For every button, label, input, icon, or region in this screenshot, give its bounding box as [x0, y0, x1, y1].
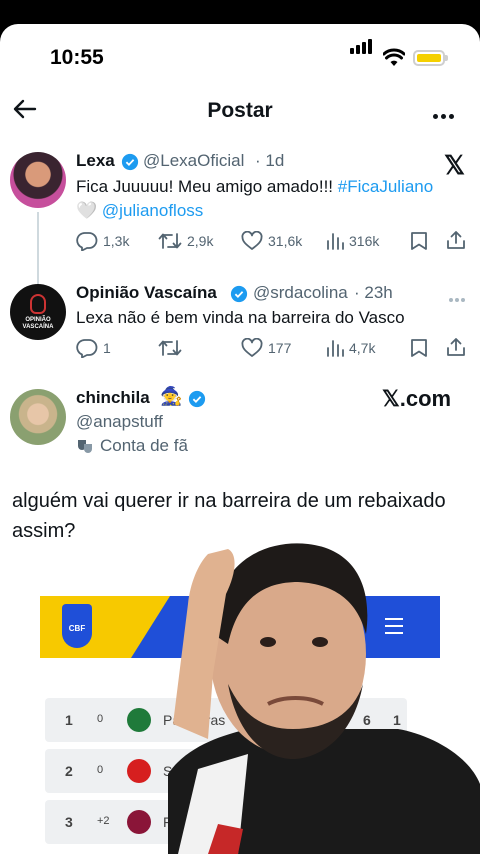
like-button[interactable]: 177 — [241, 337, 291, 359]
avatar[interactable] — [10, 389, 66, 445]
author-name[interactable]: chinchila — [76, 388, 150, 408]
team-crest-icon — [127, 810, 151, 834]
bookmark-icon[interactable] — [410, 338, 428, 358]
retweet-count: 2,9k — [187, 233, 214, 249]
tweet-text: Lexa não é bem vinda na barreira do Vasc… — [76, 308, 405, 327]
theater-masks-icon — [78, 440, 92, 453]
status-time: 10:55 — [50, 46, 104, 69]
cbf-logo: CBF — [62, 604, 92, 648]
header-yellow-band — [40, 596, 170, 658]
row-change: +2 — [97, 815, 110, 827]
views-count: 316k — [349, 233, 380, 249]
wizard-emoji: 🧙 — [160, 386, 183, 406]
hashtag-link[interactable]: #FicaJuliano — [338, 177, 433, 196]
views-button[interactable]: 4,7k — [326, 337, 375, 359]
verified-badge-icon — [188, 390, 206, 408]
wifi-icon — [383, 48, 405, 66]
x-com-watermark: 𝕏.com — [382, 386, 452, 411]
tweet-text: Fica Juuuuu! Meu amigo amado!!! #FicaJul… — [76, 175, 476, 223]
thread-line — [37, 212, 39, 294]
tweet-text-plain: Fica Juuuuu! Meu amigo amado!!! — [76, 177, 338, 196]
more-options-icon[interactable] — [433, 106, 457, 124]
views-chart-icon — [327, 340, 344, 357]
like-count: 31,6k — [268, 233, 303, 249]
like-button[interactable]: 31,6k — [241, 230, 302, 252]
cbf-logo-text: CBF — [68, 624, 86, 633]
tweet-time[interactable]: · 23h — [354, 283, 393, 303]
tweet-time[interactable]: · 1d — [255, 151, 284, 171]
row-change: 0 — [97, 764, 104, 776]
mention-link[interactable]: @julianofloss — [102, 201, 203, 220]
status-bar: 10:55 — [0, 24, 480, 94]
avatar[interactable]: OPINIÃO VASCAÍNA — [10, 284, 66, 340]
reply-icon — [76, 339, 98, 358]
heart-icon — [241, 338, 263, 357]
views-button[interactable]: 316k — [326, 230, 379, 252]
app-screen: 10:55 Postar Lexa @LexaOficial · 1d 𝕏 Fi… — [0, 24, 480, 854]
retweet-button[interactable] — [158, 337, 187, 359]
like-count: 177 — [268, 340, 292, 356]
verified-badge-icon — [121, 153, 139, 171]
reply-count: 1,3k — [103, 233, 130, 249]
retweet-icon — [158, 340, 182, 356]
battery-icon — [413, 50, 448, 66]
presenter-overlay — [168, 543, 480, 854]
bookmark-icon[interactable] — [410, 231, 428, 251]
author-handle[interactable]: @srdacolina — [253, 283, 348, 303]
row-position: 2 — [65, 763, 73, 779]
author-name[interactable]: Opinião Vascaína — [76, 283, 217, 303]
reply-icon — [76, 232, 98, 251]
reply-count: 1 — [103, 340, 111, 356]
tweet-more-icon[interactable] — [449, 289, 465, 307]
views-count: 4,7k — [349, 340, 376, 356]
top-bar: Postar — [0, 96, 480, 126]
share-icon[interactable] — [446, 230, 466, 250]
author-handle[interactable]: @anapstuff — [76, 412, 163, 432]
share-icon[interactable] — [446, 337, 466, 357]
avatar-caption: OPINIÃO VASCAÍNA — [22, 317, 54, 330]
reply-button[interactable]: 1 — [76, 337, 111, 359]
author-name[interactable]: Lexa — [76, 151, 115, 171]
views-chart-icon — [327, 233, 344, 250]
fan-account-label: Conta de fã — [76, 436, 188, 456]
verified-badge-icon — [230, 285, 248, 303]
heart-icon — [241, 231, 263, 250]
retweet-button[interactable]: 2,9k — [158, 230, 213, 252]
page-title: Postar — [207, 99, 273, 122]
heart-emoji: 🤍 — [76, 201, 98, 220]
author-handle[interactable]: @LexaOficial — [143, 151, 244, 171]
reply-button[interactable]: 1,3k — [76, 230, 129, 252]
row-position: 1 — [65, 712, 73, 728]
team-crest-icon — [127, 759, 151, 783]
row-change: 0 — [97, 713, 104, 725]
fan-account-text: Conta de fã — [100, 436, 188, 455]
row-position: 3 — [65, 814, 73, 830]
retweet-icon — [158, 233, 182, 249]
team-crest-icon — [127, 708, 151, 732]
avatar[interactable] — [10, 152, 66, 208]
